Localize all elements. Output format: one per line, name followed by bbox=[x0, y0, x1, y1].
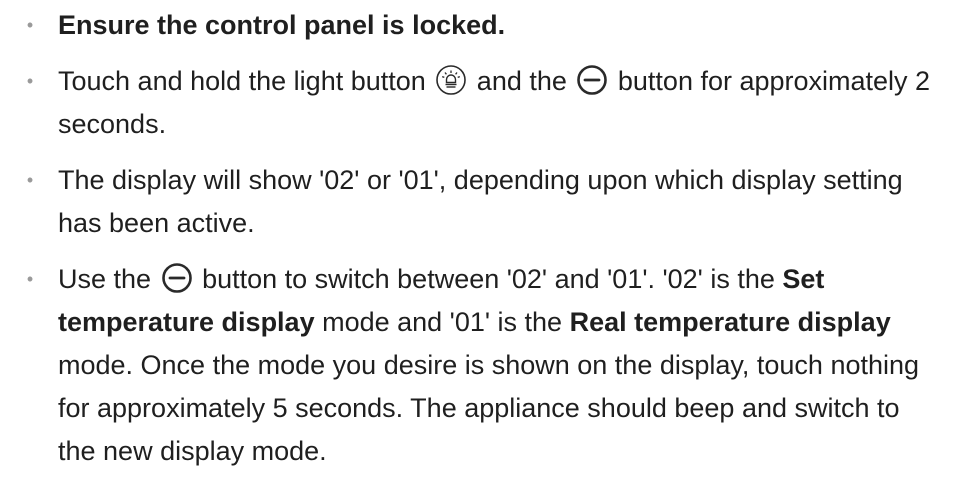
instruction-step-3: • The display will show '02' or '01', de… bbox=[0, 159, 943, 245]
bullet: • bbox=[26, 170, 34, 190]
bullet: • bbox=[26, 71, 34, 91]
step-4-text-d: mode. Once the mode you desire is shown … bbox=[58, 350, 920, 466]
step-4-text-b: button to switch between '02' and '01'. … bbox=[194, 264, 783, 294]
instruction-step-2: • Touch and hold the light button and th… bbox=[0, 60, 943, 146]
bullet: • bbox=[26, 269, 34, 289]
step-3-text: The display will show '02' or '01', depe… bbox=[58, 165, 903, 238]
bullet: • bbox=[26, 15, 34, 35]
step-2-text-a: Touch and hold the light button bbox=[58, 66, 434, 96]
step-2-text-b: and the bbox=[469, 66, 575, 96]
instruction-step-1: • Ensure the control panel is locked. bbox=[0, 4, 943, 47]
light-bulb-icon bbox=[435, 64, 467, 96]
real-temperature-display-term: Real temperature display bbox=[569, 307, 891, 337]
minus-circle-icon bbox=[161, 262, 193, 294]
minus-circle-icon bbox=[576, 64, 608, 96]
instruction-list: • Ensure the control panel is locked. • … bbox=[0, 4, 955, 473]
step-4-text-a: Use the bbox=[58, 264, 159, 294]
instruction-step-4: • Use the button to switch between '02' … bbox=[0, 258, 943, 473]
step-1-text: Ensure the control panel is locked. bbox=[58, 10, 506, 40]
step-4-text-c: mode and '01' is the bbox=[314, 307, 570, 337]
